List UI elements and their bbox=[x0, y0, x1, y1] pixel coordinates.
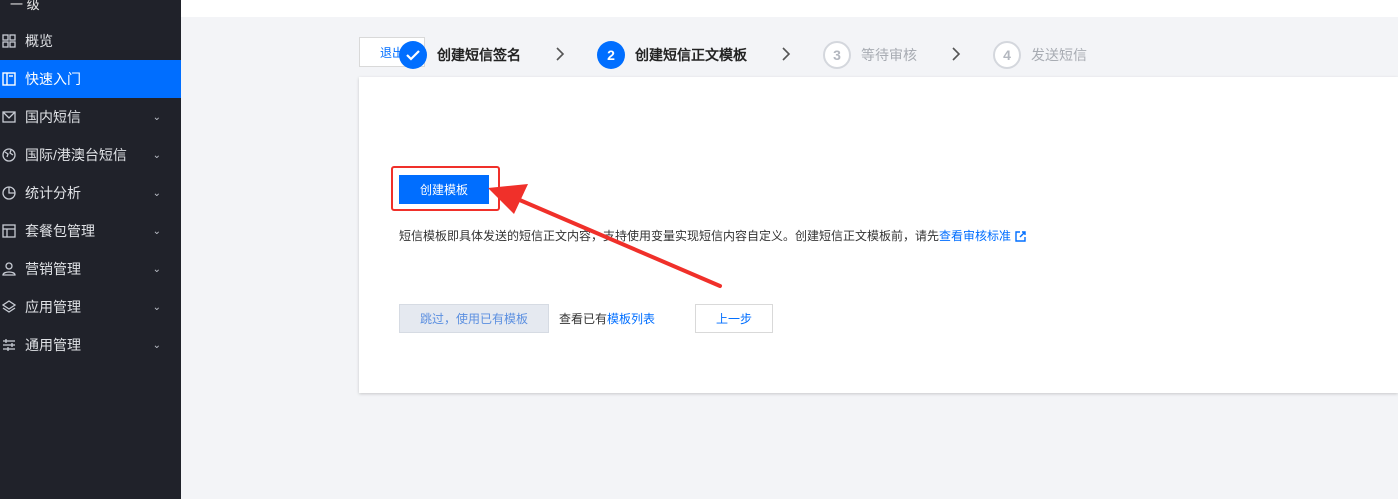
sliders-icon bbox=[1, 337, 17, 353]
chevron-down-icon: ⌄ bbox=[152, 111, 161, 123]
sidebar-item-label: 通用管理 bbox=[25, 337, 81, 353]
chevron-down-icon: ⌄ bbox=[152, 339, 161, 351]
create-template-button[interactable]: 创建模板 bbox=[399, 175, 489, 204]
chevron-down-icon: ⌄ bbox=[152, 187, 161, 199]
step-number: 4 bbox=[993, 41, 1021, 69]
step-label: 创建短信正文模板 bbox=[635, 47, 747, 63]
view-list-prefix: 查看已有 bbox=[559, 312, 608, 326]
sidebar-item-label: 营销管理 bbox=[25, 261, 81, 277]
sidebar-item-general[interactable]: 通用管理 ⌄ bbox=[0, 326, 181, 364]
chevron-right-icon bbox=[952, 47, 961, 61]
step-label: 发送短信 bbox=[1031, 47, 1087, 63]
sidebar-item-label: 统计分析 bbox=[25, 185, 81, 201]
sidebar-item-international-sms[interactable]: 国际/港澳台短信 ⌄ bbox=[0, 136, 181, 174]
view-existing-templates: 查看已有模板列表 bbox=[559, 310, 655, 327]
external-link-icon[interactable] bbox=[1015, 231, 1026, 242]
sidebar-item-marketing[interactable]: 营销管理 ⌄ bbox=[0, 250, 181, 288]
sidebar-item-overview[interactable]: 概览 bbox=[0, 22, 181, 60]
step-create-signature: 创建短信签名 bbox=[399, 41, 521, 69]
chevron-down-icon: ⌄ bbox=[152, 225, 161, 237]
sidebar-item-apps[interactable]: 应用管理 ⌄ bbox=[0, 288, 181, 326]
pie-chart-icon bbox=[1, 185, 17, 201]
top-bar bbox=[181, 0, 1398, 17]
skip-use-existing-button[interactable]: 跳过，使用已有模板 bbox=[399, 304, 549, 333]
step-label: 创建短信签名 bbox=[437, 47, 521, 63]
check-icon bbox=[399, 41, 427, 69]
review-standards-link[interactable]: 查看审核标准 bbox=[939, 229, 1011, 243]
globe-icon bbox=[1, 147, 17, 163]
step-label: 等待审核 bbox=[861, 47, 917, 63]
package-icon bbox=[1, 223, 17, 239]
book-icon bbox=[1, 71, 17, 87]
sidebar-item-label: 快速入门 bbox=[25, 71, 81, 87]
sidebar-item-label: 国际/港澳台短信 bbox=[25, 147, 127, 163]
sidebar-title: 一 级 bbox=[10, 0, 40, 12]
chevron-down-icon: ⌄ bbox=[152, 263, 161, 275]
sidebar-item-label: 应用管理 bbox=[25, 299, 81, 315]
description-text: 短信模板即具体发送的短信正文内容，支持使用变量实现短信内容自定义。创建短信正文模… bbox=[399, 229, 940, 243]
step-await-review: 3 等待审核 bbox=[823, 41, 917, 69]
template-description: 短信模板即具体发送的短信正文内容，支持使用变量实现短信内容自定义。创建短信正文模… bbox=[399, 227, 1026, 244]
sidebar-item-quickstart[interactable]: 快速入门 bbox=[0, 60, 181, 98]
grid-icon bbox=[1, 33, 17, 49]
step-create-template: 2 创建短信正文模板 bbox=[597, 41, 747, 69]
chevron-down-icon: ⌄ bbox=[152, 301, 161, 313]
sidebar-item-statistics[interactable]: 统计分析 ⌄ bbox=[0, 174, 181, 212]
sidebar-item-packages[interactable]: 套餐包管理 ⌄ bbox=[0, 212, 181, 250]
chevron-right-icon bbox=[782, 47, 791, 61]
previous-step-button[interactable]: 上一步 bbox=[695, 304, 773, 333]
sidebar-item-domestic-sms[interactable]: 国内短信 ⌄ bbox=[0, 98, 181, 136]
chevron-down-icon: ⌄ bbox=[152, 149, 161, 161]
sidebar-item-label: 国内短信 bbox=[25, 109, 81, 125]
users-icon bbox=[1, 261, 17, 277]
layers-icon bbox=[1, 299, 17, 315]
step-number: 2 bbox=[597, 41, 625, 69]
chevron-right-icon bbox=[556, 47, 565, 61]
mail-icon bbox=[1, 109, 17, 125]
step-number: 3 bbox=[823, 41, 851, 69]
step-send-sms: 4 发送短信 bbox=[993, 41, 1087, 69]
sidebar-item-label: 概览 bbox=[25, 33, 53, 49]
sidebar: 一 级 概览 快速入门 国内短信 ⌄ 国际/港澳台短信 ⌄ 统计分析 ⌄ 套餐包… bbox=[0, 0, 181, 499]
template-list-link[interactable]: 模板列表 bbox=[607, 312, 655, 326]
sidebar-item-label: 套餐包管理 bbox=[25, 223, 95, 239]
